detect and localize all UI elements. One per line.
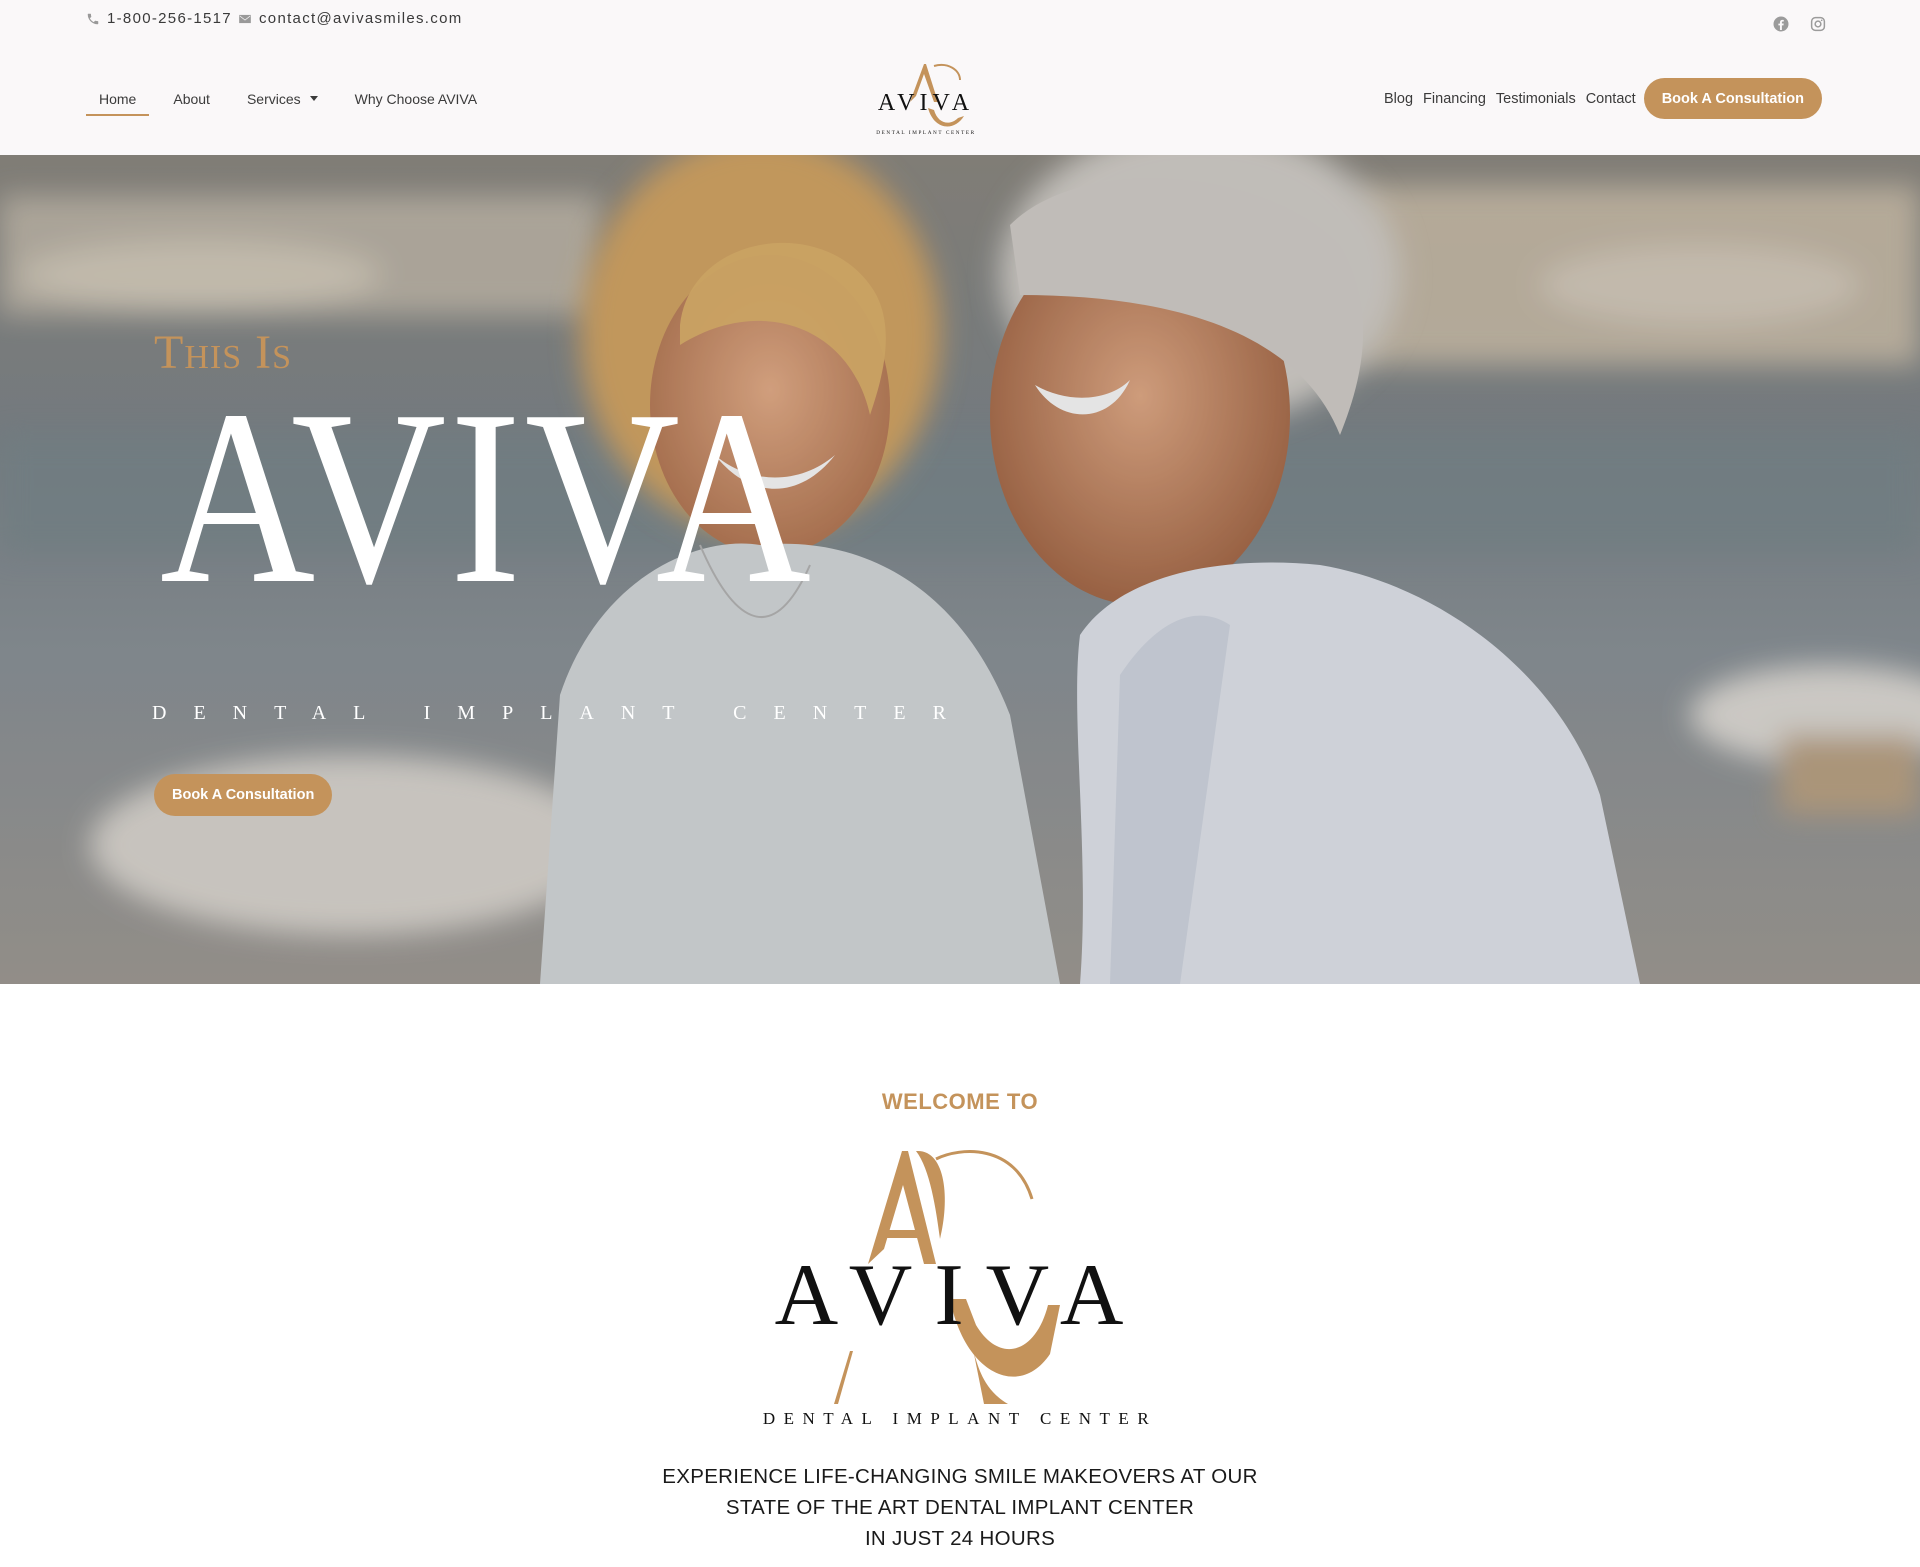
header-logo[interactable]: AVIVA DENTAL IMPLANT CENTER [872, 60, 980, 140]
phone-contact[interactable]: 1-800-256-1517 [86, 10, 232, 27]
primary-nav: Home About Services Why Choose AVIVA [86, 42, 501, 155]
secondary-nav: Blog Financing Testimonials Contact Book… [1384, 42, 1822, 155]
nav-testimonials[interactable]: Testimonials [1496, 91, 1576, 107]
hero-book-consultation-button[interactable]: Book A Consultation [154, 774, 333, 816]
site-header: Home About Services Why Choose AVIVA AVI… [0, 42, 1920, 155]
nav-about[interactable]: About [160, 81, 223, 117]
welcome-statement: EXPERIENCE LIFE-CHANGING SMILE MAKEOVERS… [0, 1461, 1920, 1554]
envelope-icon [239, 14, 251, 23]
chevron-down-icon [309, 96, 318, 101]
welcome-line-3: IN JUST 24 HOURS [864, 1527, 1056, 1550]
welcome-logo-tagline: DENTAL IMPLANT CENTER [763, 1409, 1157, 1428]
header-logo-tagline: DENTAL IMPLANT CENTER [876, 130, 975, 136]
phone-icon [87, 13, 99, 24]
header-book-consultation-button[interactable]: Book A Consultation [1643, 78, 1822, 119]
nav-about-label: About [173, 90, 210, 107]
welcome-section: WELCOME TO AVIVA DENTAL IMPLANT CENTER E… [0, 984, 1920, 1567]
nav-services[interactable]: Services [234, 81, 331, 117]
nav-why-choose-aviva[interactable]: Why Choose AVIVA [342, 81, 490, 117]
nav-contact[interactable]: Contact [1586, 91, 1636, 107]
email-address: contact@avivasmiles.com [259, 10, 463, 27]
phone-number: 1-800-256-1517 [107, 10, 232, 27]
nav-blog[interactable]: Blog [1384, 91, 1413, 107]
instagram-icon[interactable] [1809, 15, 1827, 33]
top-contact-bar: 1-800-256-1517 contact@avivasmiles.com [0, 0, 1920, 42]
nav-why-choose-label: Why Choose AVIVA [354, 90, 478, 107]
hero-section: This Is AVIVA DENTAL IMPLANT CENTER Book… [0, 155, 1920, 984]
hero-title: AVIVA [160, 359, 815, 636]
nav-financing[interactable]: Financing [1423, 91, 1486, 107]
welcome-line-2: STATE OF THE ART DENTAL IMPLANT CENTER [725, 1496, 1195, 1519]
hero-subtitle: DENTAL IMPLANT CENTER [152, 702, 973, 724]
nav-home[interactable]: Home [86, 81, 150, 117]
welcome-logo-wordmark: AVIVA [775, 1247, 1146, 1344]
email-contact[interactable]: contact@avivasmiles.com [238, 10, 463, 27]
facebook-icon[interactable] [1772, 15, 1790, 33]
welcome-logo: AVIVA DENTAL IMPLANT CENTER [763, 1150, 1157, 1428]
header-logo-wordmark: AVIVA [878, 90, 974, 116]
welcome-kicker: WELCOME TO [881, 1089, 1039, 1114]
nav-home-label: Home [99, 90, 137, 107]
welcome-line-1: EXPERIENCE LIFE-CHANGING SMILE MAKEOVERS… [662, 1465, 1258, 1488]
nav-services-label: Services [246, 90, 301, 107]
